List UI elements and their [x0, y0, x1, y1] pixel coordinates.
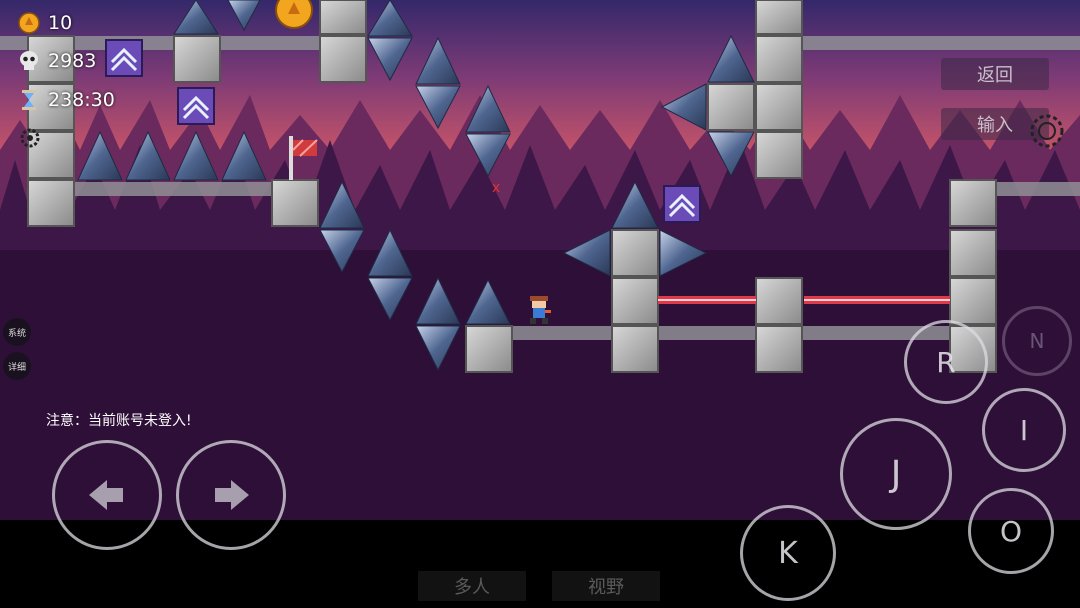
j-button[interactable]: J — [840, 418, 952, 530]
settings-gear-icon[interactable] — [20, 128, 40, 148]
i-button[interactable]: I — [982, 388, 1066, 472]
n-button[interactable]: N — [1002, 306, 1072, 376]
bottom-bar — [0, 520, 1080, 608]
login-notice: 注意：当前账号未登入! — [46, 413, 192, 429]
multiplayer-button[interactable]: 多人 — [418, 571, 526, 601]
detail-button[interactable]: 详细 — [3, 352, 31, 380]
arrow-left-icon — [89, 480, 123, 510]
system-button[interactable]: 系统 — [3, 318, 31, 346]
timer-value: 238:30 — [48, 89, 115, 111]
coin-count: 10 — [48, 12, 73, 34]
k-button[interactable]: K — [740, 505, 836, 601]
move-left-button[interactable] — [52, 440, 162, 550]
coin-counter: 10 — [18, 12, 72, 34]
timer: 238:30 — [18, 89, 115, 111]
death-count: 2983 — [48, 50, 97, 72]
view-button[interactable]: 视野 — [552, 571, 660, 601]
death-marker: x — [492, 180, 500, 196]
coin — [275, 0, 313, 29]
spiral-icon[interactable] — [1030, 114, 1064, 148]
skull-icon — [18, 50, 40, 72]
game-screen: x 10 2983 238:30 返回 输入 系统 详细 注意：当前账号未登入!… — [0, 0, 1080, 608]
coin-icon — [18, 12, 40, 34]
arrow-right-icon — [215, 480, 249, 510]
o-button[interactable]: O — [968, 488, 1054, 574]
back-button[interactable]: 返回 — [941, 58, 1049, 90]
hourglass-icon — [18, 89, 40, 111]
move-right-button[interactable] — [176, 440, 286, 550]
death-counter: 2983 — [18, 50, 96, 72]
r-button[interactable]: R — [904, 320, 988, 404]
lasers — [658, 296, 950, 304]
